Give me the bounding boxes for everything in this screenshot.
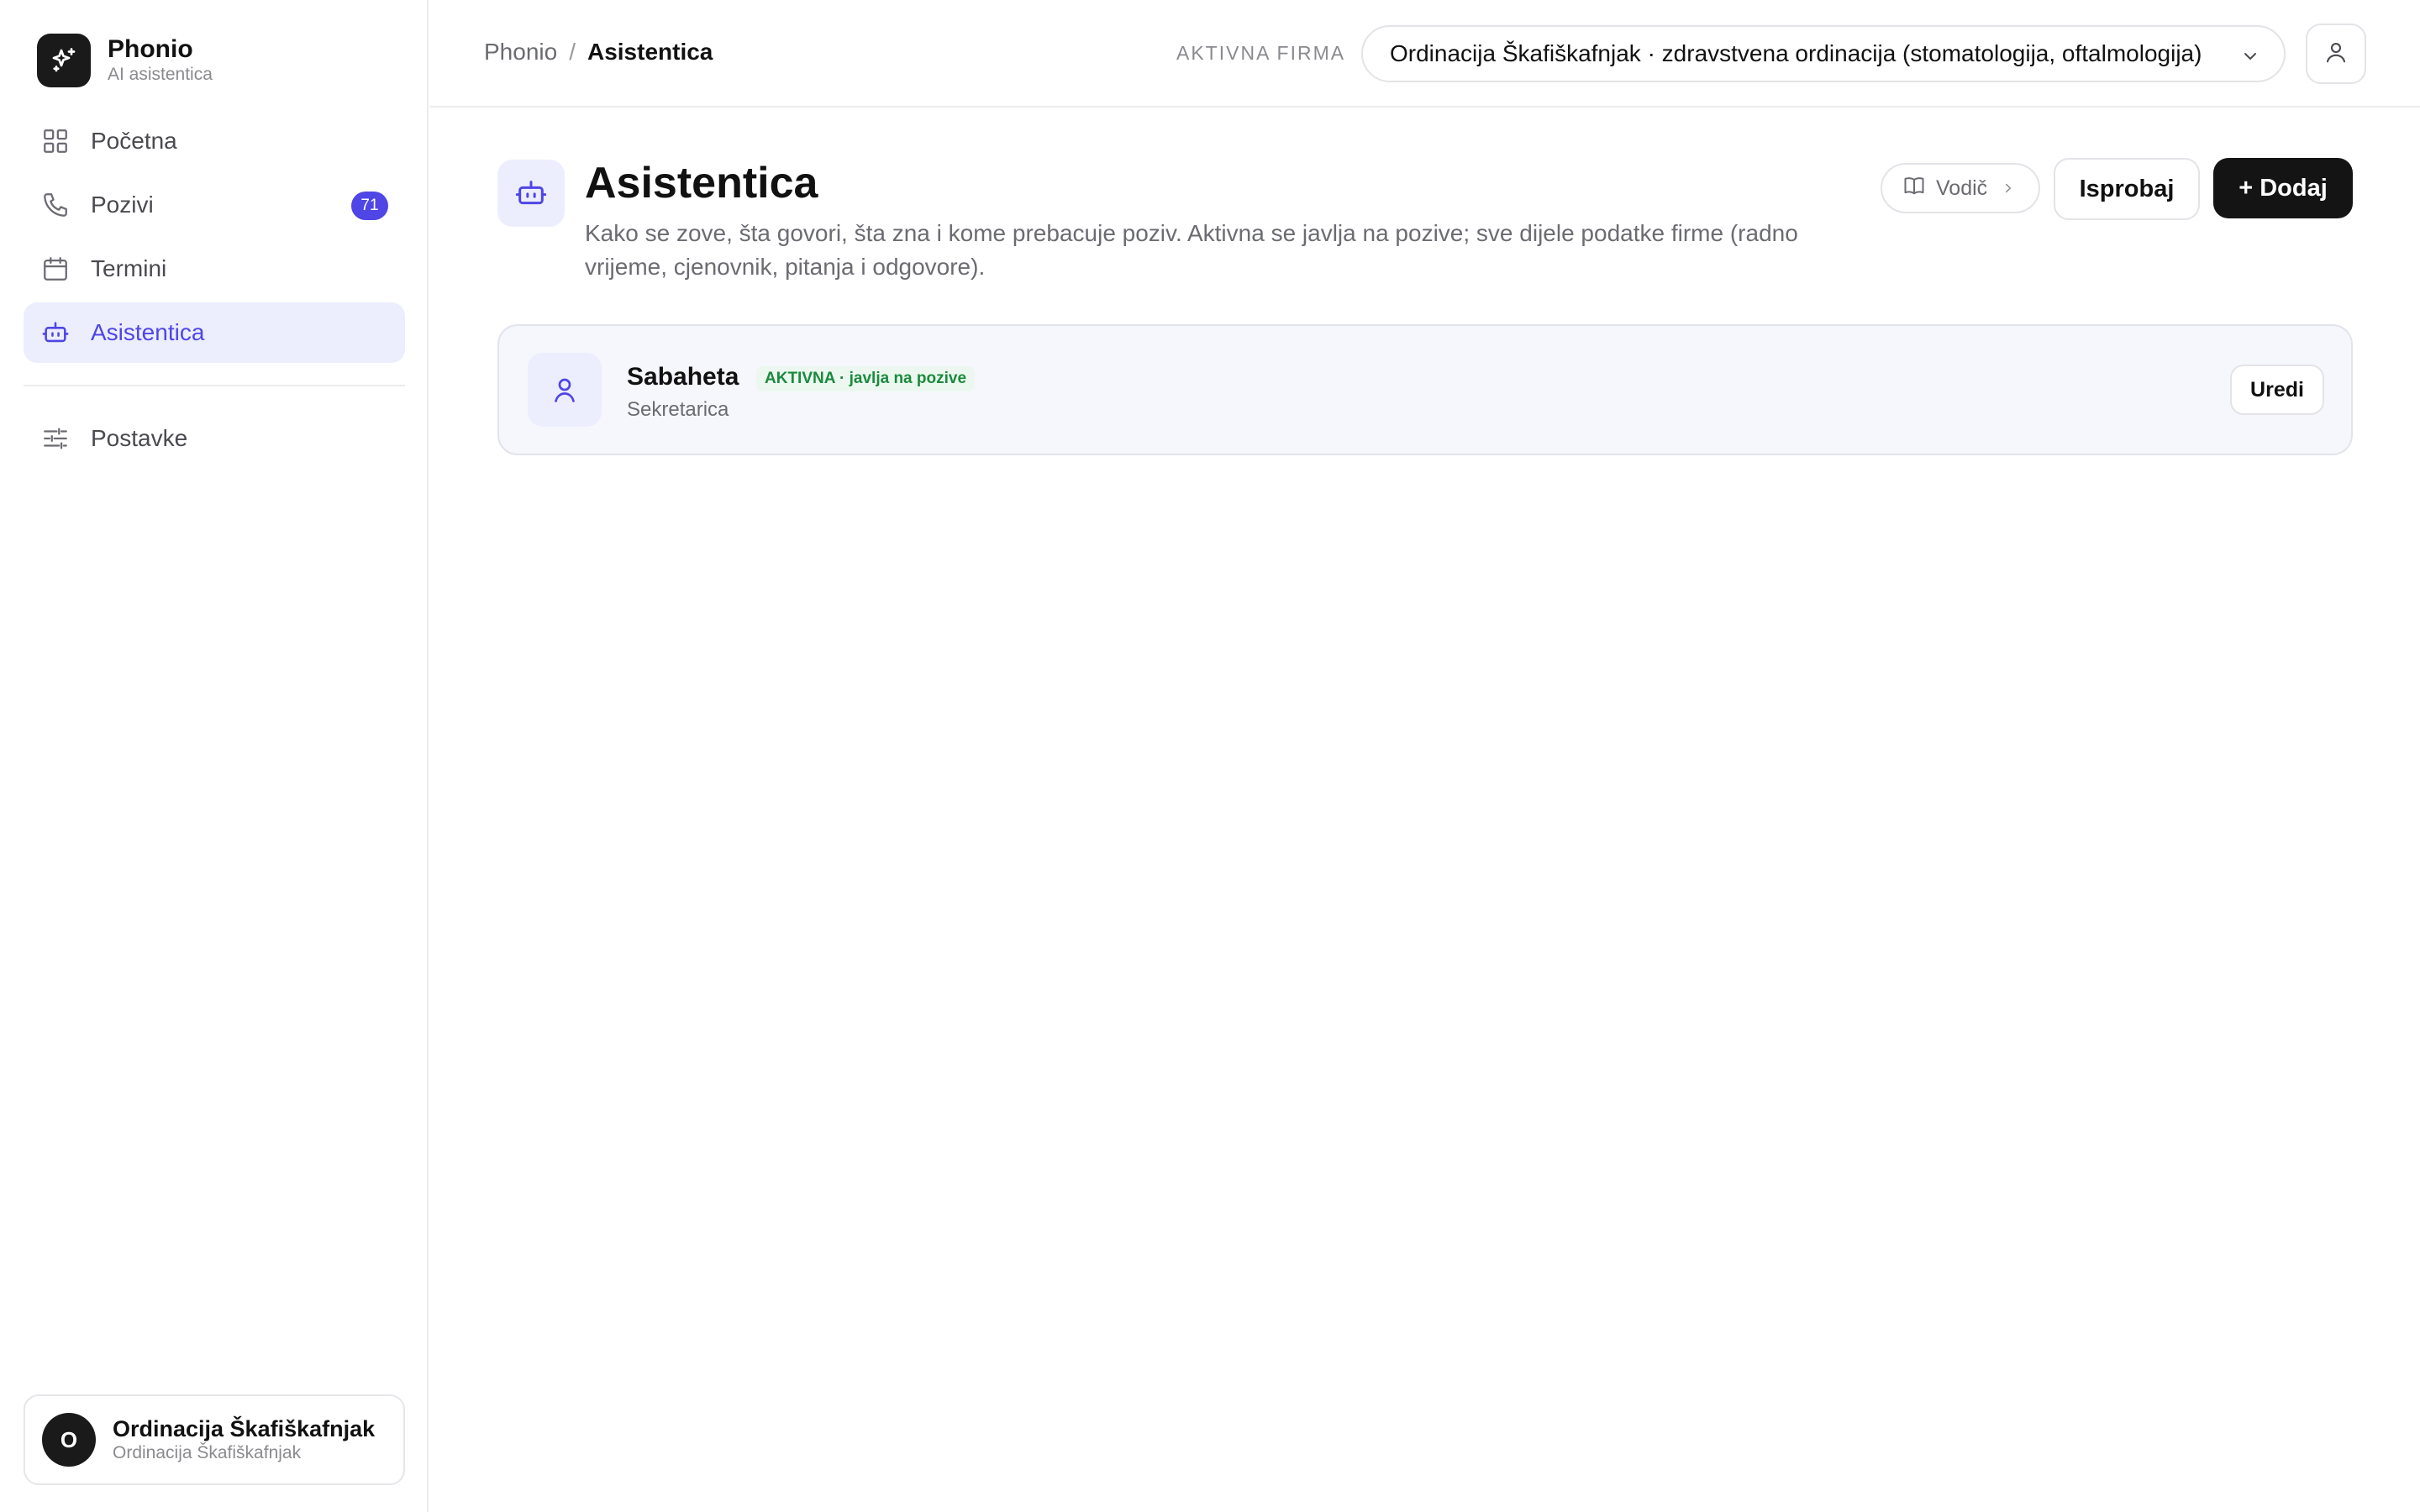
guide-button[interactable]: Vodič (1881, 163, 2040, 213)
topbar: Phonio / Asistentica AKTIVNA FIRMA Ordin… (430, 0, 2420, 108)
edit-assistant-button[interactable]: Uredi (2230, 365, 2324, 415)
sidebar-nav: Početna Pozivi 71 Termini Asistentica Po… (24, 111, 405, 472)
breadcrumb-root[interactable]: Phonio (484, 39, 557, 66)
grid-icon (40, 126, 71, 156)
bot-icon (497, 160, 565, 227)
book-icon (1902, 174, 1926, 203)
brand[interactable]: Phonio AI asistentica (37, 34, 213, 87)
person-icon (528, 353, 602, 427)
assistant-role: Sekretarica (627, 398, 729, 421)
active-firm-label: AKTIVNA FIRMA (1176, 42, 1346, 64)
calls-count-badge: 71 (351, 192, 388, 220)
sparkle-icon (37, 34, 91, 87)
status-badge: AKTIVNA · javlja na pozive (756, 366, 976, 391)
sidebar-item-asistentica[interactable]: Asistentica (24, 302, 405, 363)
phone-icon (40, 190, 71, 220)
sidebar: Phonio AI asistentica Početna Pozivi 71 (0, 0, 429, 1512)
page-title: Asistentica (585, 159, 818, 207)
try-button[interactable]: Isprobaj (2054, 158, 2200, 220)
active-firm-select[interactable]: Ordinacija Škafiškafnjak · zdravstvena o… (1361, 25, 2286, 82)
sidebar-item-pozivi[interactable]: Pozivi 71 (24, 175, 405, 235)
chevron-down-icon (2240, 45, 2260, 72)
user-menu-button[interactable] (2306, 24, 2366, 84)
account-switcher[interactable]: O Ordinacija Škafiškafnjak Ordinacija Šk… (24, 1394, 405, 1485)
sidebar-item-label: Termini (91, 255, 167, 281)
bot-icon (40, 318, 71, 348)
account-name: Ordinacija Škafiškafnjak (113, 1416, 376, 1441)
brand-subtitle: AI asistentica (108, 65, 213, 84)
guide-label: Vodič (1936, 176, 1988, 200)
active-firm-value: Ordinacija Škafiškafnjak · zdravstvena o… (1390, 40, 2202, 66)
sidebar-item-pocetna[interactable]: Početna (24, 111, 405, 171)
add-assistant-button[interactable]: + Dodaj (2213, 158, 2353, 218)
sidebar-item-postavke[interactable]: Postavke (24, 408, 405, 469)
breadcrumb-separator: / (569, 39, 576, 65)
sliders-icon (40, 423, 71, 454)
chevron-right-icon (2001, 181, 2016, 196)
sidebar-item-termini[interactable]: Termini (24, 239, 405, 299)
page-description: Kako se zove, šta govori, šta zna i kome… (585, 220, 1798, 280)
breadcrumb: Phonio / Asistentica (484, 39, 713, 66)
user-icon (2323, 39, 2349, 69)
assistant-name: Sabaheta (627, 363, 739, 391)
assistant-card: Sabaheta AKTIVNA · javlja na pozive Sekr… (497, 324, 2353, 455)
sidebar-item-label: Početna (91, 128, 177, 154)
avatar: O (42, 1413, 96, 1467)
brand-name: Phonio (108, 35, 193, 63)
sidebar-item-label: Pozivi (91, 192, 154, 218)
breadcrumb-current: Asistentica (587, 39, 713, 65)
sidebar-item-label: Postavke (91, 425, 188, 451)
sidebar-item-label: Asistentica (91, 319, 205, 345)
account-subtitle: Ordinacija Škafiškafnjak (113, 1443, 302, 1462)
sidebar-divider (24, 385, 405, 386)
calendar-icon (40, 254, 71, 284)
